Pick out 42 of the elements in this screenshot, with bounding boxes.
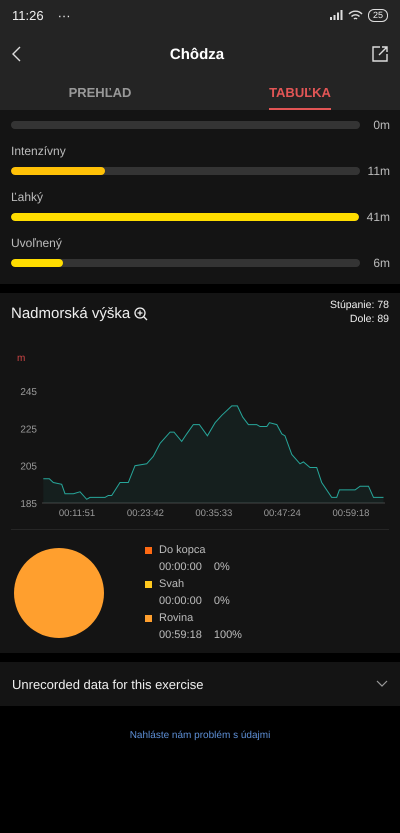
legend-label: Svah [159,578,184,590]
share-icon[interactable] [372,46,388,62]
tab[interactable]: PREHĽAD [0,78,200,110]
unrecorded-data-row[interactable]: Unrecorded data for this exercise [0,662,400,706]
x-tick-label: 00:59:18 [332,508,370,519]
legend-time: 00:00:00 [159,561,202,573]
ascent-stat: Stúpanie: 78 [330,299,389,311]
notification-dots: ··· [58,8,71,22]
zone-duration: 11m [368,164,390,178]
zone-label: Ľahký [11,190,44,204]
legend-time: 00:59:18 [159,629,202,641]
back-icon[interactable] [12,46,22,62]
page-title: Chôdza [170,46,224,62]
report-problem-link[interactable]: Nahláste nám problém s údajmi [0,730,400,741]
zone-label: Intenzívny [11,144,67,158]
wifi-icon [348,10,363,20]
y-tick-label: 225 [20,424,37,436]
legend-label: Do kopca [159,544,206,556]
status-time: 11:26 [12,8,44,22]
x-tick-label: 00:11:51 [58,508,96,519]
y-tick-label: 205 [20,462,37,473]
x-tick-label: 00:47:24 [264,508,301,519]
zoom-in-icon[interactable] [134,306,148,320]
legend-label: Rovina [159,612,194,624]
axis-unit: m [17,353,26,364]
y-tick-label: 185 [20,499,37,510]
x-tick-label: 00:23:42 [126,508,164,519]
legend-time: 00:00:00 [159,595,202,607]
zone-duration: 0m [372,118,390,132]
legend-percent: 100% [214,629,242,641]
descent-stat: Dole: 89 [350,313,389,325]
zone-duration: 6m [372,256,390,270]
legend-percent: 0% [214,595,230,607]
legend-percent: 0% [214,561,230,573]
x-tick-label: 00:35:33 [195,508,232,519]
section-title: Nadmorská výška [11,305,130,322]
y-tick-label: 245 [20,387,37,398]
battery-level: 25 [368,8,388,22]
zone-label: Uvoľnený [11,236,63,250]
chevron-icon [376,680,388,688]
zone-duration: 41m [366,210,390,224]
signal-icon [330,10,343,20]
